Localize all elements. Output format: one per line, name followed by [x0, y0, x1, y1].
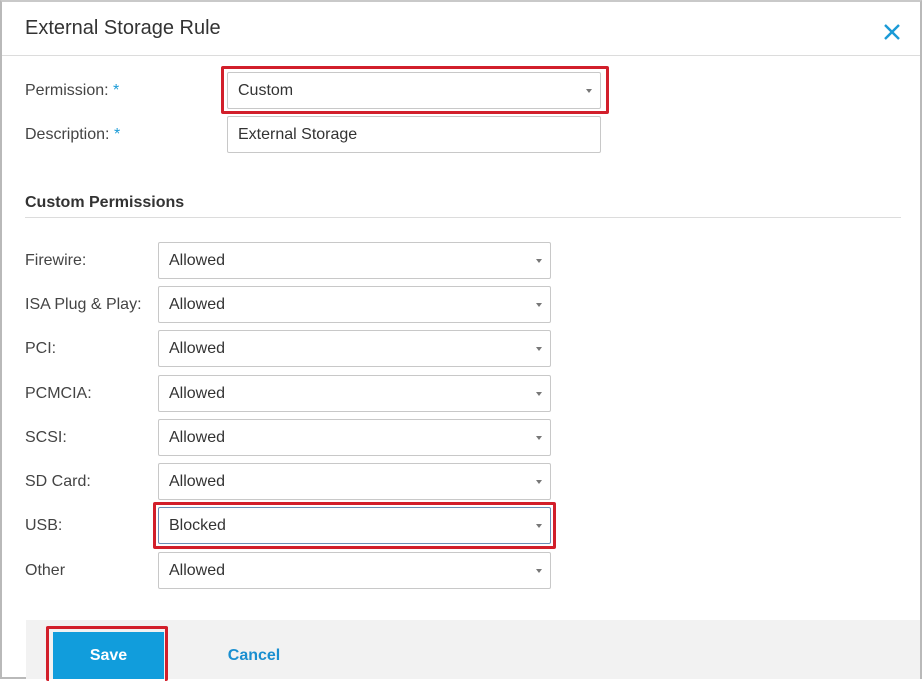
firewire-select[interactable]: Allowed — [158, 242, 551, 279]
other-select-value: Allowed — [169, 562, 226, 579]
sd-card-select[interactable]: Allowed — [158, 463, 551, 500]
usb-label: USB: — [25, 517, 63, 534]
other-label: Other — [25, 562, 66, 579]
usb-select-value: Blocked — [169, 517, 226, 534]
sd-card-label: SD Card: — [25, 473, 91, 490]
permission-label: Permission: * — [25, 81, 119, 101]
chevron-down-icon — [536, 436, 542, 440]
cancel-button[interactable]: Cancel — [196, 632, 312, 679]
isa-plug-play-select[interactable]: Allowed — [158, 286, 551, 323]
chevron-down-icon — [536, 480, 542, 484]
pci-select-value: Allowed — [169, 340, 226, 357]
chevron-down-icon — [536, 524, 542, 528]
permission-label-text: Permission: — [25, 82, 109, 99]
usb-select[interactable]: Blocked — [158, 507, 551, 544]
description-input[interactable] — [227, 116, 601, 153]
firewire-label: Firewire: — [25, 252, 87, 269]
chevron-down-icon — [536, 569, 542, 573]
section-divider — [25, 217, 901, 218]
pcmcia-select[interactable]: Allowed — [158, 375, 551, 412]
permission-select-value: Custom — [238, 82, 294, 99]
description-label: Description: * — [25, 125, 120, 145]
pcmcia-select-value: Allowed — [169, 385, 226, 402]
close-icon[interactable] — [882, 22, 902, 42]
dialog-header: External Storage Rule — [2, 2, 920, 56]
chevron-down-icon — [586, 89, 592, 93]
other-select[interactable]: Allowed — [158, 552, 551, 589]
required-mark: * — [113, 126, 121, 143]
description-label-text: Description: — [25, 126, 110, 143]
isa-plug-play-label: ISA Plug & Play: — [25, 296, 142, 313]
isa-plug-play-select-value: Allowed — [169, 296, 226, 313]
firewire-select-value: Allowed — [169, 252, 226, 269]
required-mark: * — [113, 82, 120, 99]
permission-select[interactable]: Custom — [227, 72, 601, 109]
scsi-label: SCSI: — [25, 429, 67, 446]
dialog-title: External Storage Rule — [25, 17, 221, 39]
pci-label: PCI: — [25, 340, 57, 357]
chevron-down-icon — [536, 347, 542, 351]
chevron-down-icon — [536, 392, 542, 396]
chevron-down-icon — [536, 259, 542, 263]
sd-card-select-value: Allowed — [169, 473, 226, 490]
scsi-select-value: Allowed — [169, 429, 226, 446]
pcmcia-label: PCMCIA: — [25, 385, 92, 402]
save-button[interactable]: Save — [53, 632, 164, 679]
dialog-footer: Save Cancel — [26, 620, 920, 679]
pci-select[interactable]: Allowed — [158, 330, 551, 367]
external-storage-rule-dialog: External Storage Rule Permission: * Cust… — [0, 0, 922, 681]
custom-permissions-title: Custom Permissions — [25, 194, 185, 211]
chevron-down-icon — [536, 303, 542, 307]
scsi-select[interactable]: Allowed — [158, 419, 551, 456]
